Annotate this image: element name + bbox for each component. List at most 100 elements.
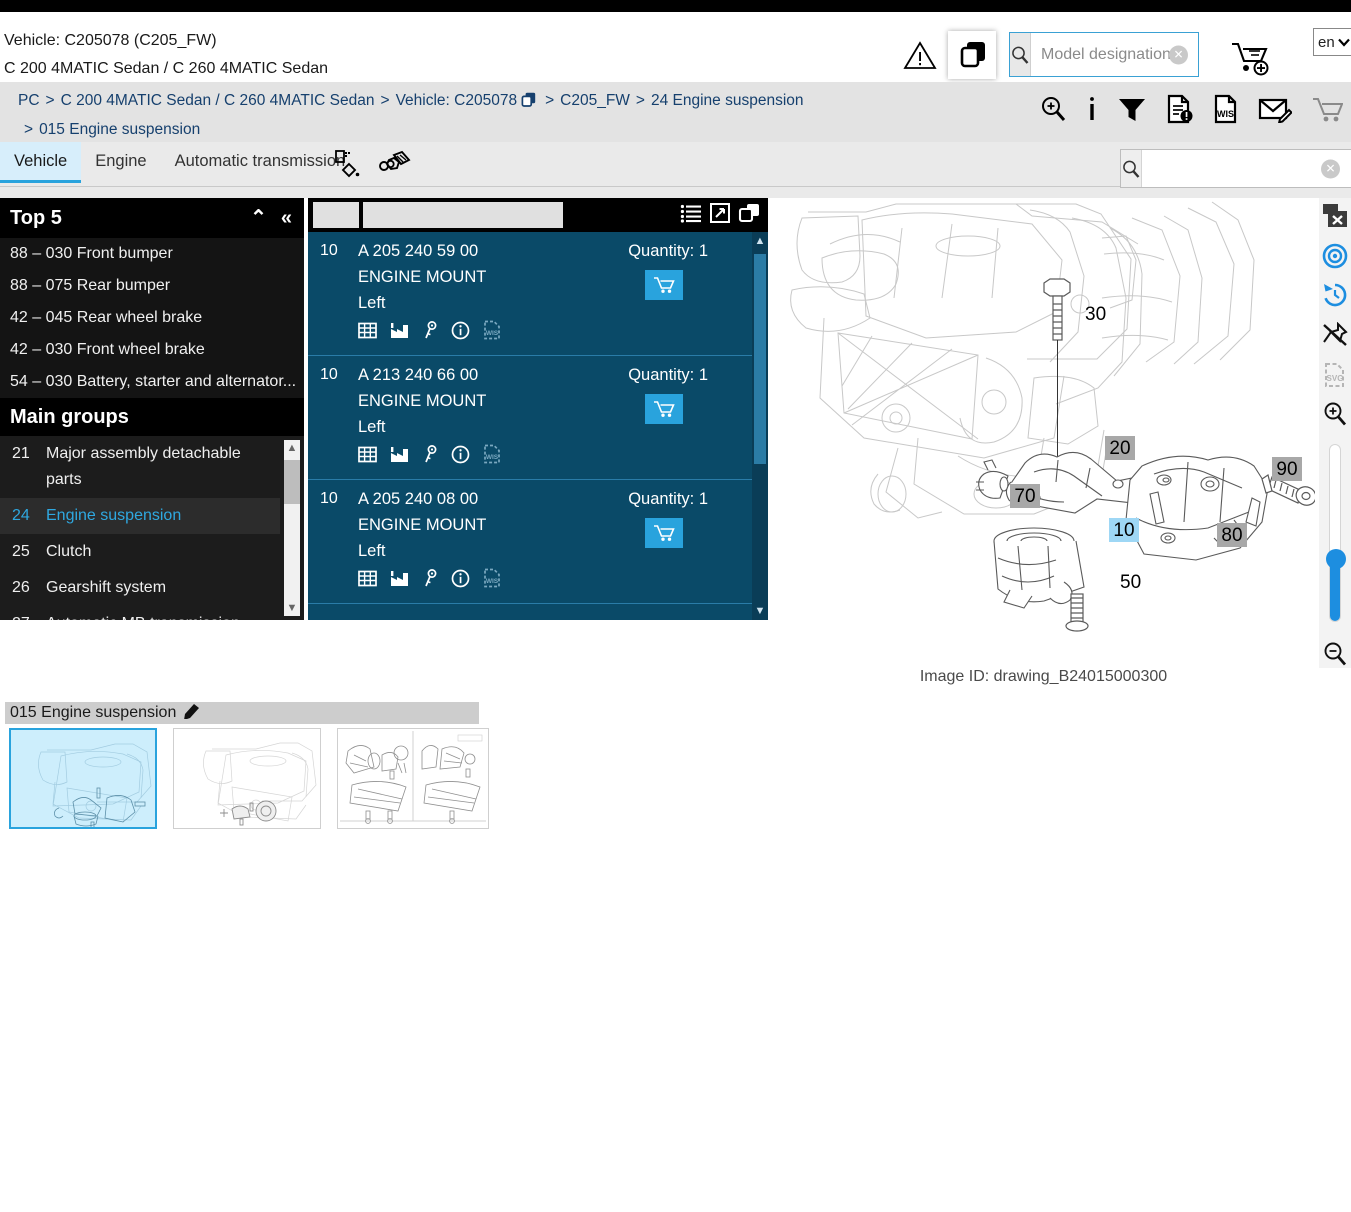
main-group-item-21[interactable]: 21 Major assembly detachable parts <box>0 436 280 498</box>
wis-document-icon[interactable]: WIS <box>483 568 501 588</box>
copy-icon[interactable] <box>738 203 760 227</box>
zoom-in-icon[interactable] <box>1321 401 1349 429</box>
exploded-view-drawing[interactable] <box>772 198 1315 638</box>
copy-vehicle-button[interactable] <box>948 31 996 79</box>
key-icon[interactable] <box>423 568 438 588</box>
part-search-box[interactable]: ✕ <box>1120 149 1351 188</box>
add-part-to-cart-button[interactable] <box>645 518 683 548</box>
paint-code-icon[interactable] <box>332 149 362 183</box>
part-search-clear-icon[interactable]: ✕ <box>1321 159 1340 178</box>
table-icon[interactable] <box>358 445 377 464</box>
part-row[interactable]: 10 A 205 240 59 00 ENGINE MOUNT Left Qua… <box>308 232 768 356</box>
tab-engine[interactable]: Engine <box>81 142 160 180</box>
key-icon[interactable] <box>423 444 438 464</box>
tab-automatic-transmission[interactable]: Automatic transmission <box>161 142 360 180</box>
part-row[interactable]: 10 A 205 240 08 00 ENGINE MOUNT Left Qua… <box>308 480 768 604</box>
breadcrumb-copy-icon[interactable] <box>520 91 536 117</box>
model-search-button[interactable] <box>1010 33 1031 76</box>
scrollbar-thumb[interactable] <box>284 460 300 504</box>
add-part-to-cart-button[interactable] <box>645 394 683 424</box>
target-center-icon[interactable] <box>1321 242 1349 270</box>
scroll-up-arrow-icon[interactable]: ▲ <box>284 440 300 456</box>
part-search-input[interactable] <box>1142 150 1351 187</box>
cart-icon[interactable] <box>1311 95 1343 123</box>
table-icon[interactable] <box>358 569 377 588</box>
edit-icon[interactable] <box>184 702 201 724</box>
close-window-icon[interactable] <box>1321 202 1349 230</box>
document-alert-icon[interactable] <box>1166 94 1194 124</box>
add-part-to-cart-button[interactable] <box>645 270 683 300</box>
bolt-nut-icon[interactable] <box>378 149 412 183</box>
svg-text:SVG: SVG <box>1327 374 1344 383</box>
filter-icon[interactable] <box>1117 95 1147 123</box>
table-icon[interactable] <box>358 321 377 340</box>
part-row[interactable]: 10 A 213 240 66 00 ENGINE MOUNT Left Qua… <box>308 356 768 480</box>
part-side: Left <box>358 294 386 312</box>
factory-icon[interactable] <box>390 321 410 340</box>
main-group-item-26[interactable]: 26 Gearshift system <box>0 570 280 606</box>
zoom-in-search-icon[interactable] <box>1039 95 1067 123</box>
top5-item[interactable]: 88 – 075 Rear bumper <box>0 270 304 302</box>
svg-export-icon[interactable]: SVG <box>1321 361 1349 389</box>
key-icon[interactable] <box>423 320 438 340</box>
breadcrumb-item-5[interactable]: 015 Engine suspension <box>39 121 200 138</box>
breadcrumb: PC > C 200 4MATIC Sedan / C 260 4MATIC Sed… <box>18 88 898 143</box>
collapse-left-icon[interactable]: « <box>281 208 292 228</box>
top5-item[interactable]: 54 – 030 Battery, starter and alternator… <box>0 366 304 398</box>
scroll-up-arrow-icon[interactable]: ▲ <box>752 232 768 250</box>
unpin-icon[interactable] <box>1321 321 1349 349</box>
warning-icon[interactable] <box>903 40 937 70</box>
scroll-down-arrow-icon[interactable]: ▼ <box>284 600 300 616</box>
model-search-box[interactable]: ✕ <box>1009 32 1250 77</box>
add-to-cart-header-button[interactable] <box>1228 38 1274 76</box>
model-search-clear-icon[interactable]: ✕ <box>1169 45 1188 64</box>
main-group-item-27[interactable]: 27 Automatic MB transmission <box>0 606 280 620</box>
top5-item[interactable]: 42 – 030 Front wheel brake <box>0 334 304 366</box>
scroll-down-arrow-icon[interactable]: ▼ <box>752 602 768 620</box>
parts-scrollbar[interactable]: ▲ ▼ <box>752 232 768 620</box>
breadcrumb-item-4[interactable]: 24 Engine suspension <box>651 92 804 109</box>
drawing-panel[interactable]: 30 20 70 10 90 80 50 <box>772 198 1315 638</box>
info-circle-icon[interactable] <box>451 445 470 464</box>
wis-document-icon[interactable]: WIS <box>1213 94 1239 124</box>
email-edit-icon[interactable] <box>1258 95 1292 123</box>
thumbnail-item-1[interactable] <box>9 728 157 829</box>
list-view-icon[interactable] <box>680 203 702 227</box>
main-groups-scrollbar[interactable]: ▲ ▼ <box>284 440 300 616</box>
parts-filter-field[interactable] <box>363 202 563 228</box>
factory-icon[interactable] <box>390 569 410 588</box>
breadcrumb-item-3[interactable]: C205_FW <box>560 92 630 109</box>
main-group-item-25[interactable]: 25 Clutch <box>0 534 280 570</box>
info-icon[interactable] <box>1086 95 1098 123</box>
breadcrumb-item-1[interactable]: C 200 4MATIC Sedan / C 260 4MATIC Sedan <box>61 92 375 109</box>
wis-document-icon[interactable]: WIS <box>483 444 501 464</box>
expand-icon[interactable] <box>710 203 730 227</box>
top5-item[interactable]: 42 – 045 Rear wheel brake <box>0 302 304 334</box>
breadcrumb-item-0[interactable]: PC <box>18 92 40 109</box>
breadcrumb-item-2[interactable]: Vehicle: C205078 <box>396 92 518 109</box>
info-circle-icon[interactable] <box>451 569 470 588</box>
thumbnail-item-2[interactable] <box>173 728 321 829</box>
sensor-70 <box>976 459 1009 499</box>
main-groups-title: Main groups <box>10 405 129 428</box>
zoom-slider[interactable] <box>1326 444 1346 623</box>
main-group-item-24[interactable]: 24 Engine suspension <box>0 498 280 534</box>
zoom-slider-knob[interactable] <box>1326 549 1346 570</box>
top5-item[interactable]: 88 – 030 Front bumper <box>0 238 304 270</box>
collapse-up-icon[interactable]: ⌃ <box>250 208 267 228</box>
model-search-input[interactable] <box>1031 33 1250 76</box>
wis-document-icon[interactable]: WIS <box>483 320 501 340</box>
main-groups-list: 21 Major assembly detachable parts 24 En… <box>0 436 304 620</box>
history-reset-icon[interactable] <box>1321 281 1349 309</box>
info-circle-icon[interactable] <box>451 321 470 340</box>
language-selector[interactable]: en <box>1313 28 1351 56</box>
parts-filter-small-field[interactable] <box>313 202 359 228</box>
image-id-label: Image ID: drawing_B24015000300 <box>919 668 1168 685</box>
tab-vehicle[interactable]: Vehicle <box>0 142 82 183</box>
scrollbar-thumb[interactable] <box>754 254 766 464</box>
thumbnail-item-3[interactable] <box>337 728 489 829</box>
factory-icon[interactable] <box>390 445 410 464</box>
part-search-button[interactable] <box>1121 150 1142 187</box>
zoom-out-icon[interactable] <box>1321 640 1349 668</box>
breadcrumb-sep: > <box>380 92 390 109</box>
